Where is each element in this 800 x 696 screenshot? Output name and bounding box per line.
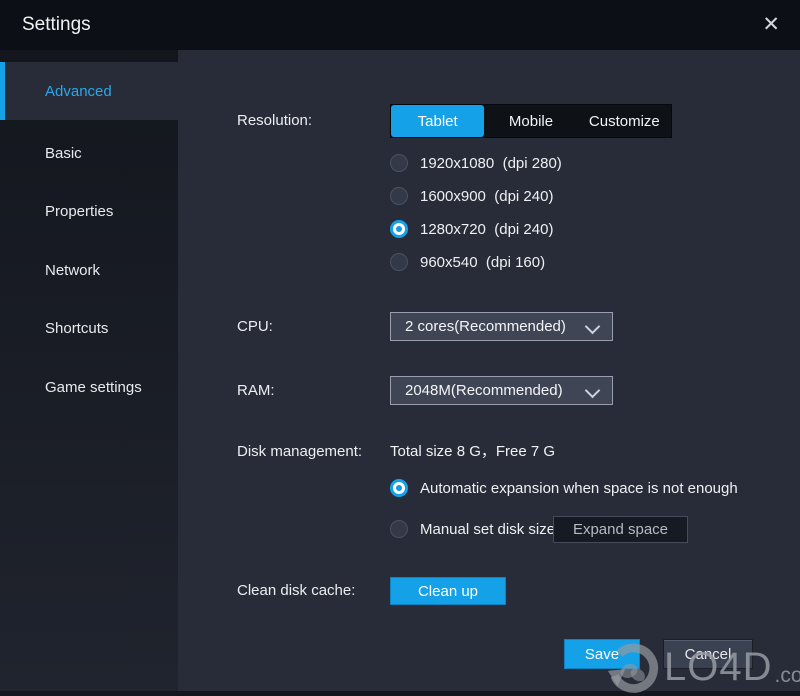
sidebar-item-game-settings[interactable]: Game settings <box>0 358 178 416</box>
titlebar: Settings ✕ <box>0 0 800 50</box>
resolution-option-1920x1080[interactable]: 1920x1080 (dpi 280) <box>390 152 562 174</box>
advanced-settings-panel: Resolution: Tablet Mobile Customize 1920… <box>178 50 800 696</box>
clean-disk-cache-label: Clean disk cache: <box>237 577 355 605</box>
resolution-option-label: 1920x1080 (dpi 280) <box>420 155 562 172</box>
sidebar-item-label: Properties <box>45 203 113 220</box>
sidebar-item-label: Game settings <box>45 379 142 396</box>
disk-option-label: Manual set disk size <box>420 521 555 538</box>
chevron-down-icon <box>585 383 601 399</box>
radio-unselected-icon[interactable] <box>390 187 408 205</box>
sidebar-item-basic[interactable]: Basic <box>0 124 178 182</box>
sidebar-item-label: Basic <box>45 145 82 162</box>
sidebar: Advanced Basic Properties Network Shortc… <box>0 50 178 696</box>
radio-unselected-icon[interactable] <box>390 520 408 538</box>
disk-option-manual-set-size[interactable]: Manual set disk size <box>390 518 555 540</box>
resolution-option-label: 960x540 (dpi 160) <box>420 254 545 271</box>
cpu-dropdown[interactable]: 2 cores(Recommended) <box>390 312 613 341</box>
sidebar-item-shortcuts[interactable]: Shortcuts <box>0 299 178 357</box>
resolution-option-1280x720[interactable]: 1280x720 (dpi 240) <box>390 218 553 240</box>
disk-option-automatic-expansion[interactable]: Automatic expansion when space is not en… <box>390 477 738 499</box>
radio-selected-icon[interactable] <box>390 220 408 238</box>
tab-customize[interactable]: Customize <box>578 105 671 137</box>
tab-mobile[interactable]: Mobile <box>484 105 577 137</box>
sidebar-item-label: Network <box>45 262 100 279</box>
resolution-option-label: 1600x900 (dpi 240) <box>420 188 553 205</box>
ram-dropdown-value: 2048M(Recommended) <box>405 382 563 399</box>
ram-dropdown[interactable]: 2048M(Recommended) <box>390 376 613 405</box>
tab-tablet[interactable]: Tablet <box>391 105 484 137</box>
cpu-dropdown-value: 2 cores(Recommended) <box>405 318 566 335</box>
sidebar-item-label: Advanced <box>45 83 112 100</box>
sidebar-item-label: Shortcuts <box>45 320 108 337</box>
radio-selected-icon[interactable] <box>390 479 408 497</box>
clean-up-button[interactable]: Clean up <box>390 577 506 605</box>
cpu-label: CPU: <box>237 312 273 341</box>
cancel-button[interactable]: Cancel <box>663 639 753 669</box>
chevron-down-icon <box>585 319 601 335</box>
close-icon[interactable]: ✕ <box>758 0 784 50</box>
sidebar-item-advanced[interactable]: Advanced <box>0 62 178 120</box>
settings-window: Settings ✕ Advanced Basic Properties Net… <box>0 0 800 696</box>
resolution-label: Resolution: <box>237 104 312 138</box>
resolution-option-960x540[interactable]: 960x540 (dpi 160) <box>390 251 545 273</box>
sidebar-item-network[interactable]: Network <box>0 241 178 299</box>
resolution-option-1600x900[interactable]: 1600x900 (dpi 240) <box>390 185 553 207</box>
radio-unselected-icon[interactable] <box>390 253 408 271</box>
save-button[interactable]: Save <box>564 639 640 669</box>
ram-label: RAM: <box>237 376 275 405</box>
disk-size-summary: Total size 8 G，Free 7 G <box>390 442 555 462</box>
sidebar-item-properties[interactable]: Properties <box>0 182 178 240</box>
resolution-option-label: 1280x720 (dpi 240) <box>420 221 553 238</box>
expand-space-button[interactable]: Expand space <box>553 516 688 543</box>
radio-unselected-icon[interactable] <box>390 154 408 172</box>
disk-option-label: Automatic expansion when space is not en… <box>420 480 738 497</box>
disk-management-label: Disk management: <box>237 442 362 462</box>
window-title: Settings <box>22 0 91 50</box>
window-bottom-edge <box>0 691 800 696</box>
resolution-tab-group: Tablet Mobile Customize <box>390 104 672 138</box>
